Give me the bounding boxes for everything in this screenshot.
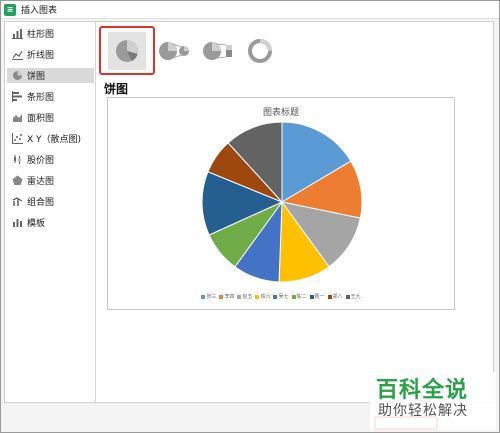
sidebar-item-label: 条形图 [27, 93, 55, 103]
sidebar-item-label: 模板 [27, 219, 46, 229]
legend-label: 吴七 [278, 294, 289, 300]
legend-swatch [345, 294, 350, 299]
dialog-title: 插入图表 [21, 6, 58, 16]
legend-label: 郑八 [332, 294, 343, 300]
pie-chart-icon [12, 70, 23, 81]
sidebar-item-label: 柱形图 [27, 30, 55, 40]
legend-item: 陈二 [291, 293, 307, 300]
legend-label: 陈二 [296, 294, 307, 300]
stock-chart-icon [12, 154, 23, 165]
legend-item: 吴七 [273, 293, 289, 300]
legend-label: 李四 [224, 294, 235, 300]
sidebar-item-label: 折线图 [27, 51, 55, 61]
legend-item: 王九 [345, 293, 361, 300]
column-chart-icon [12, 28, 23, 39]
template-icon [12, 217, 23, 228]
sidebar-item-pie[interactable]: 饼图 [7, 68, 94, 83]
legend-label: 曹一 [314, 294, 325, 300]
legend-swatch [291, 294, 296, 299]
title-bar: ≡ 插入图表 [1, 1, 499, 19]
legend-label: 王九 [350, 294, 361, 300]
legend-label: 铁六 [260, 294, 271, 300]
subtype-bar-of-pie[interactable] [199, 32, 237, 70]
sidebar-item-label: 面积图 [27, 114, 55, 124]
sidebar-item-label: 组合图 [27, 198, 55, 208]
legend-label: 赵五 [242, 294, 253, 300]
legend-item: 曹一 [309, 293, 325, 300]
legend-swatch [255, 294, 260, 299]
doughnut-subtype-icon [248, 39, 272, 63]
sidebar-item-label: 饼图 [27, 72, 46, 82]
sidebar-item-scatter[interactable]: X Y（散点图) [7, 131, 94, 146]
legend-item: 铁六 [255, 293, 270, 300]
chart-preview[interactable]: 图表标题 张三 李四 赵五 铁六 吴七 陈二 曹一 郑八 王九 [107, 97, 455, 310]
sidebar-item-combo[interactable]: 组合图 [7, 194, 94, 209]
legend-swatch [273, 294, 278, 299]
scatter-chart-icon [12, 133, 23, 144]
watermark-subtitle: 助你轻松解决 [378, 403, 468, 419]
legend-item: 李四 [219, 293, 234, 300]
subtype-pie[interactable] [108, 32, 146, 70]
chart-type-sidebar: 柱形图 折线图 饼图 条形图 面积图 X Y（散点图) 股价图 雷达图 组合图 … [5, 22, 96, 402]
sidebar-item-radar[interactable]: 雷达图 [7, 173, 94, 188]
sidebar-item-label: X Y（散点图) [27, 135, 82, 145]
app-logo-icon: ≡ [4, 3, 16, 16]
sidebar-item-label: 股价图 [27, 156, 55, 166]
subtype-pie-of-pie[interactable] [155, 32, 193, 70]
bar-of-pie-subtype-icon [203, 42, 232, 60]
sidebar-item-stock[interactable]: 股价图 [7, 152, 94, 167]
sidebar-item-column[interactable]: 柱形图 [7, 26, 94, 41]
sidebar-item-bar[interactable]: 条形图 [7, 89, 94, 104]
pie-chart [201, 121, 363, 283]
legend-swatch [237, 294, 242, 299]
legend-label: 张三 [206, 294, 217, 300]
legend-swatch [201, 294, 206, 299]
sidebar-item-template[interactable]: 模板 [7, 215, 94, 230]
sidebar-item-area[interactable]: 面积图 [7, 110, 94, 125]
chart-legend: 张三 李四 赵五 铁六 吴七 陈二 曹一 郑八 王九 [108, 293, 454, 300]
subtype-doughnut[interactable] [241, 32, 279, 70]
legend-swatch [219, 294, 224, 299]
pie-subtype-icon [116, 40, 138, 62]
legend-item: 赵五 [237, 293, 252, 300]
bar-chart-icon [12, 91, 23, 102]
radar-chart-icon [12, 175, 23, 186]
area-chart-icon [12, 112, 23, 123]
sidebar-item-line[interactable]: 折线图 [7, 47, 94, 62]
line-chart-icon [12, 49, 23, 60]
pie-of-pie-subtype-icon [159, 42, 189, 60]
legend-item: 郑八 [327, 293, 343, 300]
legend-swatch [309, 294, 314, 299]
combo-chart-icon [12, 196, 23, 207]
legend-item: 张三 [201, 293, 216, 300]
sidebar-item-label: 雷达图 [27, 177, 55, 187]
section-title: 饼图 [104, 82, 129, 96]
legend-swatch [327, 294, 332, 299]
